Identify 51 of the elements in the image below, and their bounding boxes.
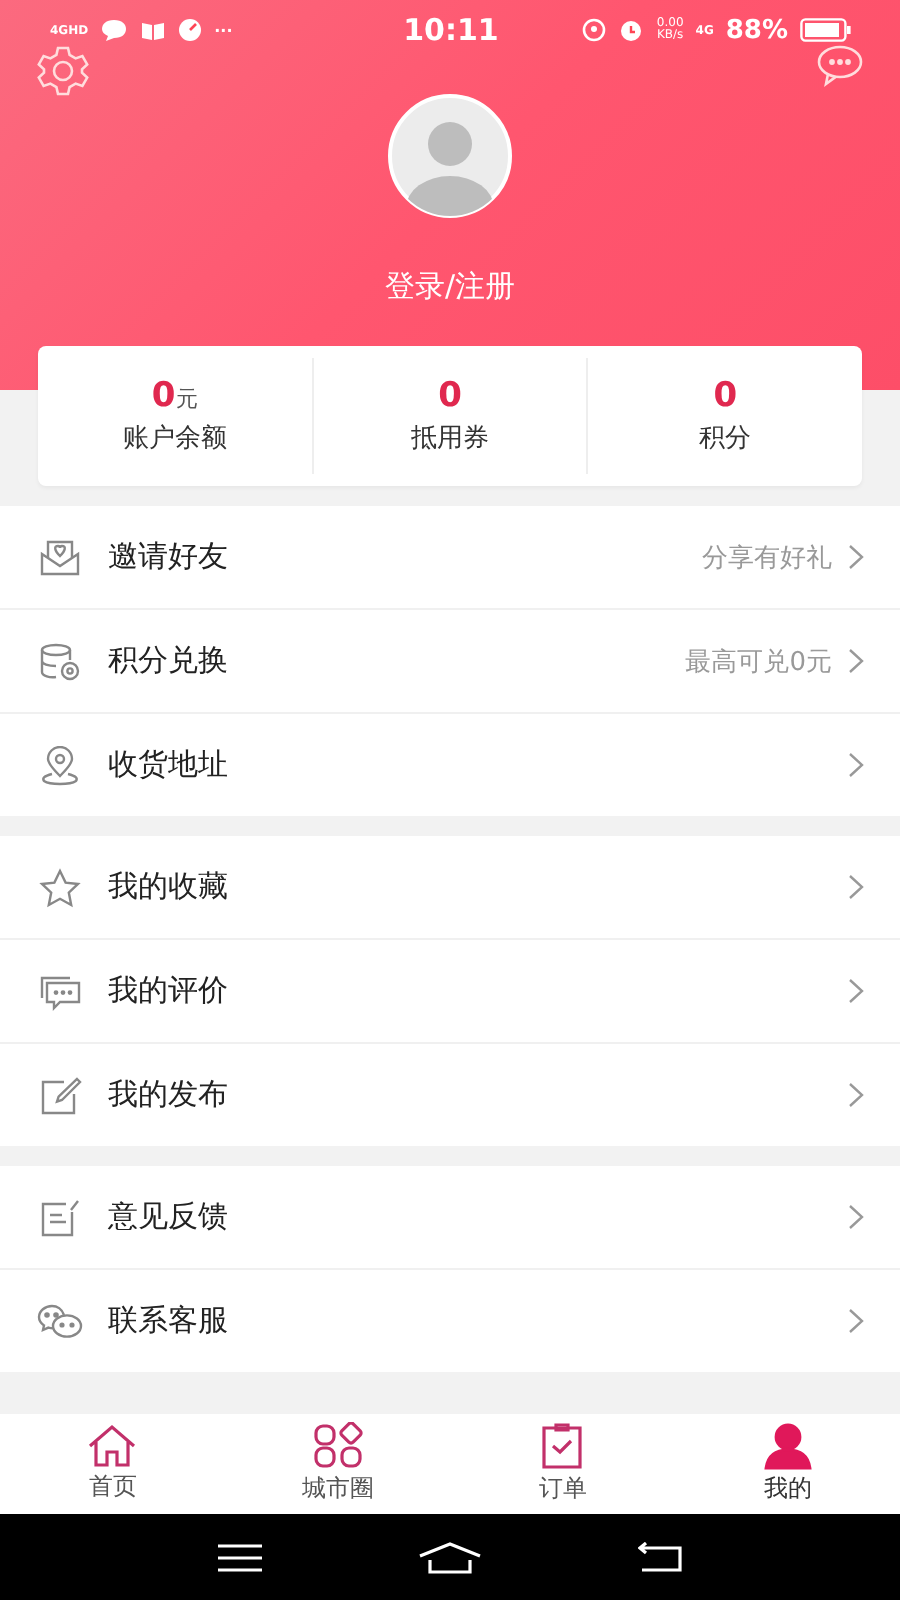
chevron-right-icon — [848, 978, 864, 1004]
book-icon — [140, 19, 167, 41]
battery-level: 88% — [725, 15, 788, 45]
home-icon[interactable] — [418, 1541, 482, 1573]
chevron-right-icon — [848, 1082, 864, 1108]
envelope-heart-icon — [38, 537, 82, 577]
gauge-icon — [178, 18, 203, 42]
menu-item[interactable]: 我的收藏 — [0, 836, 900, 940]
message-icon[interactable] — [816, 44, 864, 88]
chevron-right-icon — [848, 1204, 864, 1230]
stat-unit: 元 — [175, 384, 198, 414]
menu-hint: 最高可兑0元 — [685, 645, 832, 679]
menu-item[interactable]: 收货地址 — [0, 714, 900, 816]
more-indicator: ··· — [214, 21, 233, 39]
stat-value: 0 — [713, 376, 738, 416]
tab[interactable]: 首页 — [0, 1414, 225, 1514]
coins-icon — [38, 641, 82, 681]
tab[interactable]: 城市圈 — [225, 1414, 450, 1514]
chevron-right-icon — [848, 1308, 864, 1334]
grid-icon — [311, 1422, 364, 1470]
person-icon — [761, 1422, 814, 1470]
home-icon — [86, 1424, 139, 1468]
stat-value: 0 — [438, 376, 462, 416]
chevron-right-icon — [848, 544, 864, 570]
menu-item[interactable]: 我的发布 — [0, 1044, 900, 1146]
edit-icon — [38, 1075, 82, 1115]
location-pin-icon — [38, 745, 82, 785]
chevron-right-icon — [848, 648, 864, 674]
alarm-icon — [618, 18, 645, 42]
menu-item[interactable]: 我的评价 — [0, 940, 900, 1044]
location-icon — [582, 18, 607, 42]
tab[interactable]: 订单 — [450, 1414, 675, 1514]
chevron-right-icon — [848, 752, 864, 778]
menu-item[interactable]: 意见反馈 — [0, 1166, 900, 1270]
tab[interactable]: 我的 — [675, 1414, 900, 1514]
clipboard-check-icon — [538, 1422, 587, 1470]
menu-hint: 分享有好礼 — [702, 541, 832, 575]
stat-label: 积分 — [699, 422, 752, 456]
star-icon — [38, 867, 82, 907]
back-icon[interactable] — [638, 1541, 682, 1573]
menu-item[interactable]: 联系客服 — [0, 1270, 900, 1372]
menu-item[interactable]: 积分兑换 最高可兑0元 — [0, 610, 900, 714]
stat-label: 账户余额 — [122, 422, 227, 456]
stat-label: 抵用券 — [411, 422, 489, 456]
chevron-right-icon — [848, 874, 864, 900]
chat-bubble-icon — [100, 18, 129, 42]
battery-icon — [800, 18, 852, 42]
menu-icon[interactable] — [218, 1541, 262, 1573]
menu-item[interactable]: 邀请好友 分享有好礼 — [0, 506, 900, 610]
clock: 10:11 — [403, 12, 499, 48]
stat-value: 0 — [151, 376, 176, 416]
